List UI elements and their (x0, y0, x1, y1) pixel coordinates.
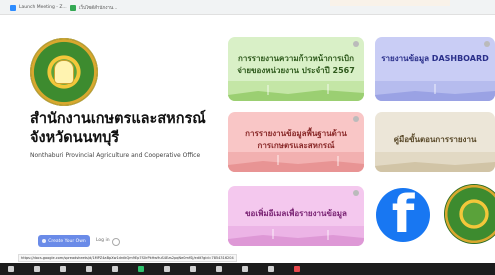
org-name-thai: สำนักงานเกษตรและสหกรณ์จังหวัดนนทบุรี (30, 111, 206, 146)
field-windmill-image (228, 81, 364, 101)
faint-overlay (330, 0, 450, 6)
facebook-glyph: f (391, 188, 415, 242)
reactions-icon[interactable] (190, 266, 196, 272)
field-windmill-image (375, 81, 495, 101)
create-button-label: Create Your Own (48, 238, 86, 244)
close-icon[interactable] (353, 41, 359, 47)
card-label: การรายงานข้อมูลพื้นฐานด้านการเกษตรและสหก… (245, 129, 347, 150)
close-icon[interactable] (484, 41, 490, 47)
create-your-own-button[interactable]: Create Your Own (38, 235, 90, 247)
card-label: รายงานข้อมูล DASHBOARD (381, 54, 489, 63)
linktree-icon (42, 239, 47, 243)
zoom-control-bar (0, 263, 495, 275)
org-name-english: Nonthaburi Provincial Agriculture and Co… (30, 152, 201, 159)
site-favicon-icon (70, 4, 76, 11)
field-windmill-image (228, 226, 364, 246)
card-dashboard[interactable]: รายงานข้อมูล DASHBOARD (375, 37, 495, 101)
card-basic-data-report[interactable]: การรายงานข้อมูลพื้นฐานด้านการเกษตรและสหก… (228, 112, 364, 172)
facebook-icon[interactable]: f (376, 188, 430, 242)
logo-emblem (54, 60, 74, 84)
org-logo (30, 38, 98, 106)
card-label: คู่มือขั้นตอนการรายงาน (393, 135, 477, 144)
tab-label: Launch Meeting - Z... (19, 5, 67, 10)
browser-tab[interactable]: เว็บไซต์สำนักงาน... (70, 3, 117, 12)
more-icon[interactable] (268, 266, 274, 272)
field-windmill-image (228, 152, 364, 172)
tab-label: เว็บไซต์สำนักงาน... (79, 6, 118, 11)
card-reporting-manual[interactable]: คู่มือขั้นตอนการรายงาน (375, 112, 495, 172)
login-link[interactable]: Log in (96, 238, 110, 243)
leave-icon[interactable] (294, 266, 300, 272)
security-icon[interactable] (60, 266, 66, 272)
microphone-icon[interactable] (8, 266, 14, 272)
card-disbursement-progress[interactable]: การรายงานความก้าวหน้าการเบิกจ่ายของหน่วย… (228, 37, 364, 101)
record-icon[interactable] (164, 266, 170, 272)
browser-tab[interactable]: Launch Meeting - Z... (10, 3, 67, 12)
browser-tab-bar: Launch Meeting - Z... เว็บไซต์สำนักงาน..… (0, 0, 495, 15)
close-icon[interactable] (353, 116, 359, 122)
card-request-email[interactable]: ขอเพิ่มอีเมลเพื่อรายงานข้อมูล (228, 186, 364, 246)
card-label: ขอเพิ่มอีเมลเพื่อรายงานข้อมูล (245, 209, 347, 218)
close-icon[interactable] (353, 190, 359, 196)
card-label: การรายงานความก้าวหน้าการเบิกจ่ายของหน่วย… (237, 54, 355, 75)
apps-icon[interactable] (216, 266, 222, 272)
zoom-icon (10, 4, 16, 11)
status-url: https://docs.google.com/spreadsheets/d/1… (18, 254, 237, 262)
whiteboard-icon[interactable] (242, 266, 248, 272)
video-icon[interactable] (34, 266, 40, 272)
share-screen-icon[interactable] (138, 266, 144, 272)
chat-icon[interactable] (112, 266, 118, 272)
field-windmill-image (375, 152, 495, 172)
user-icon[interactable] (112, 238, 120, 246)
participants-icon[interactable] (86, 266, 92, 272)
org-logo-link[interactable] (444, 184, 495, 244)
